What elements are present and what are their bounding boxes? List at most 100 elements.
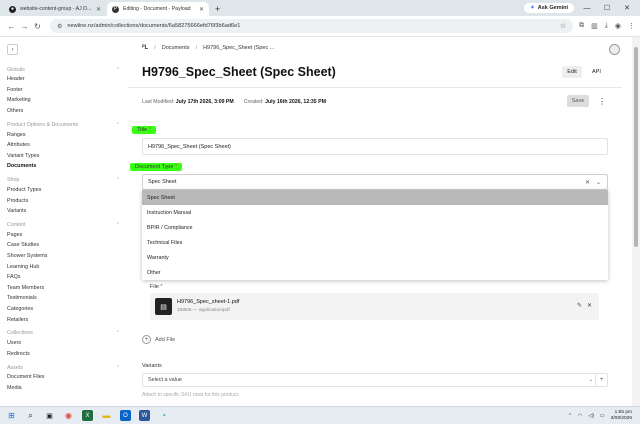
sidebar-item-variants[interactable]: Variants — [7, 206, 128, 217]
volume-icon[interactable]: ◁) — [588, 413, 594, 419]
outlook-icon[interactable]: O — [120, 410, 131, 421]
browser-tab-2[interactable]: P Editing - Document - Payload ✕ — [107, 2, 209, 16]
chevron-up-icon[interactable]: ⌃ — [568, 413, 572, 419]
close-tab-icon[interactable]: ✕ — [199, 6, 204, 13]
sidebar-item-pages[interactable]: Pages — [7, 230, 128, 241]
avatar[interactable] — [609, 44, 620, 55]
sidebar-item-shower-systems[interactable]: Shower Systems — [7, 251, 128, 262]
back-icon[interactable]: ← — [5, 22, 18, 31]
nav-group-title[interactable]: Globals ⌃ — [7, 65, 128, 74]
chrome-icon[interactable]: ◉ — [63, 410, 74, 421]
sidebar-item-document-files[interactable]: Document Files — [7, 372, 128, 383]
explorer-icon[interactable]: ▬ — [101, 410, 112, 421]
browser-toolbar: ← → ↻ ⚙ newline.nz/admin/collections/doc… — [0, 16, 640, 37]
nav-group-title[interactable]: Product Options & Documents ⌃ — [7, 120, 128, 129]
payload-logo-icon[interactable]: ᴾL — [142, 45, 148, 51]
sidebar-item-products[interactable]: Products — [7, 195, 128, 206]
nav-group-title[interactable]: Assets ⌃ — [7, 363, 128, 372]
sidebar-item-media[interactable]: Media — [7, 383, 128, 394]
chevron-down-icon[interactable]: ⌄ — [596, 179, 601, 186]
collapse-sidebar-button[interactable]: ‹ — [7, 44, 18, 55]
clear-icon[interactable]: ✕ — [585, 179, 590, 186]
option-spec-sheet[interactable]: Spec Sheet — [142, 190, 608, 205]
file-info: 168KB — application/pdf — [177, 308, 230, 313]
extensions-icon[interactable]: ⧉ — [579, 22, 584, 30]
option-warranty[interactable]: Warranty — [142, 250, 608, 265]
sidebar-item-footer[interactable]: Footer — [7, 85, 128, 96]
option-bpir-compliance[interactable]: BPIR / Compliance — [142, 220, 608, 235]
sidebar-item-header[interactable]: Header — [7, 74, 128, 85]
add-variant-icon[interactable]: + — [595, 374, 607, 386]
chevron-up-icon[interactable]: ⌃ — [116, 177, 120, 183]
sidebar-item-categories[interactable]: Categories — [7, 304, 128, 315]
sidebar-item-retailers[interactable]: Retailers — [7, 314, 128, 325]
page-scrollbar[interactable] — [632, 37, 640, 406]
nav-group-title[interactable]: Content ⌃ — [7, 221, 128, 230]
sidebar-item-product-types[interactable]: Product Types — [7, 185, 128, 196]
remove-file-icon[interactable]: ✕ — [587, 302, 592, 309]
site-info-icon[interactable]: ⚙ — [57, 23, 62, 30]
document-type-options: Spec Sheet Instruction Manual BPIR / Compl… — [142, 190, 608, 280]
sidebar-item-marketing[interactable]: Marketing — [7, 95, 128, 106]
option-other[interactable]: Other — [142, 265, 608, 280]
bookmark-star-icon[interactable]: ☆ — [560, 22, 566, 30]
clock[interactable]: 1:55 pm 3/08/2026 — [611, 410, 632, 422]
minimize-icon[interactable]: — — [580, 5, 594, 12]
reload-icon[interactable]: ↻ — [31, 22, 44, 31]
title-input[interactable]: H9796_Spec_Sheet (Spec Sheet) — [142, 138, 608, 155]
sidebar-item-documents[interactable]: Documents — [7, 161, 128, 172]
sidebar-item-users[interactable]: Users — [7, 338, 128, 349]
windows-start-icon[interactable]: ⊞ — [6, 410, 17, 421]
chevron-up-icon[interactable]: ⌃ — [116, 122, 120, 128]
breadcrumb-documents[interactable]: Documents — [162, 45, 190, 51]
variants-select[interactable]: Select a value ⌄ + — [142, 373, 608, 387]
address-bar[interactable]: ⚙ newline.nz/admin/collections/documents… — [50, 19, 574, 33]
sidebar-item-learning-hub[interactable]: Learning Hub — [7, 261, 128, 272]
nav-group-title[interactable]: Collections ⌃ — [7, 329, 128, 338]
file-name[interactable]: H9796_Spec_sheet-1.pdf — [177, 299, 239, 305]
sidebar-item-team-members[interactable]: Team Members — [7, 283, 128, 294]
document-type-label: Document Type * — [130, 163, 183, 171]
sidebar-item-redirects[interactable]: Redirects — [7, 348, 128, 359]
chevron-up-icon[interactable]: ⌃ — [116, 365, 120, 371]
chevron-up-icon[interactable]: ⌃ — [116, 67, 120, 73]
profile-icon[interactable]: ◉ — [615, 22, 621, 30]
save-button[interactable]: Save — [567, 95, 589, 107]
task-view-icon[interactable]: ▣ — [44, 410, 55, 421]
close-tab-icon[interactable]: ✕ — [96, 6, 101, 13]
document-type-select[interactable]: Spec Sheet ✕ ⌄ — [142, 174, 608, 190]
edit-file-icon[interactable]: ✎ — [577, 302, 582, 309]
search-icon[interactable]: ⌕ — [25, 410, 36, 421]
word-icon[interactable]: W — [139, 410, 150, 421]
sidebar-item-case-studies[interactable]: Case Studies — [7, 240, 128, 251]
api-tab[interactable]: API — [592, 66, 601, 78]
close-window-icon[interactable]: ✕ — [620, 4, 634, 12]
sidebar-item-faqs[interactable]: FAQs — [7, 272, 128, 283]
menu-icon[interactable]: ⋮ — [628, 22, 635, 30]
edge-icon[interactable]: ◔ — [158, 410, 169, 421]
excel-icon[interactable]: X — [82, 410, 93, 421]
maximize-icon[interactable]: ☐ — [600, 4, 614, 12]
download-icon[interactable]: ⤓ — [605, 22, 608, 30]
sidepanel-icon[interactable]: ▥ — [591, 22, 598, 30]
edit-tab[interactable]: Edit — [562, 66, 582, 78]
wifi-icon[interactable]: ◠ — [578, 413, 582, 419]
option-technical-files[interactable]: Technical Files — [142, 235, 608, 250]
file-card: ▤ H9796_Spec_sheet-1.pdf 168KB — applica… — [150, 293, 599, 320]
sidebar-item-testimonials[interactable]: Testimonials — [7, 293, 128, 304]
sidebar-item-others[interactable]: Others — [7, 106, 128, 117]
browser-tab-1[interactable]: ● website-content-group - AJ D... ✕ — [4, 2, 106, 16]
forward-icon[interactable]: → — [18, 22, 31, 31]
ask-gemini-button[interactable]: ✦ Ask Gemini — [524, 3, 574, 13]
option-instruction-manual[interactable]: Instruction Manual — [142, 205, 608, 220]
battery-icon[interactable]: ▭ — [600, 413, 605, 419]
sidebar-item-variant-types[interactable]: Variant Types — [7, 151, 128, 162]
sidebar-item-attributes[interactable]: Attributes — [7, 140, 128, 151]
add-file-button[interactable]: + Add File — [142, 335, 175, 344]
nav-group-title[interactable]: Shop ⌃ — [7, 176, 128, 185]
chevron-up-icon[interactable]: ⌃ — [116, 330, 120, 336]
new-tab-button[interactable]: + — [210, 2, 225, 16]
chevron-up-icon[interactable]: ⌃ — [116, 222, 120, 228]
sidebar-item-ranges[interactable]: Ranges — [7, 129, 128, 140]
more-options-icon[interactable]: ⋮ — [598, 95, 606, 107]
